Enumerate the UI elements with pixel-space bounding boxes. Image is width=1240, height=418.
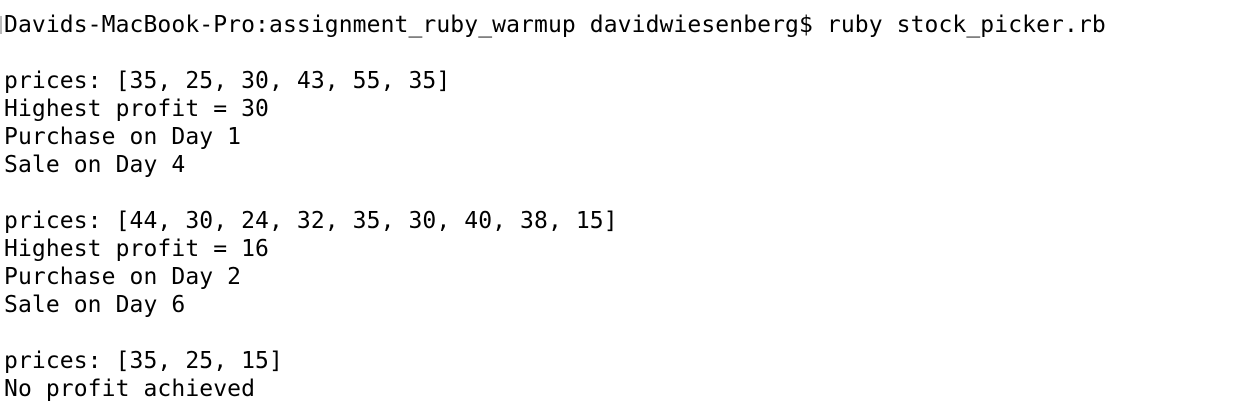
no-profit-line: No profit achieved	[4, 376, 256, 402]
prices-line: prices: [35, 25, 30, 43, 55, 35]	[4, 68, 451, 94]
sale-line: Sale on Day 4	[4, 152, 186, 178]
shell-command: ruby stock_picker.rb	[826, 12, 1106, 38]
command-line: Davids-MacBook-Pro:assignment_ruby_warmu…	[4, 11, 1240, 39]
prices-line: prices: [44, 30, 24, 32, 35, 30, 40, 38,…	[4, 208, 618, 234]
purchase-line: Purchase on Day 2	[4, 264, 242, 290]
purchase-line: Purchase on Day 1	[4, 124, 242, 150]
sale-line: Sale on Day 6	[4, 292, 186, 318]
profit-line: Highest profit = 30	[4, 96, 269, 122]
cursor-caret	[0, 16, 2, 34]
terminal-window[interactable]: Davids-MacBook-Pro:assignment_ruby_warmu…	[0, 0, 1240, 418]
shell-prompt: Davids-MacBook-Pro:assignment_ruby_warmu…	[4, 12, 813, 38]
prices-line: prices: [35, 25, 15]	[4, 348, 283, 374]
profit-line: Highest profit = 16	[4, 236, 269, 262]
